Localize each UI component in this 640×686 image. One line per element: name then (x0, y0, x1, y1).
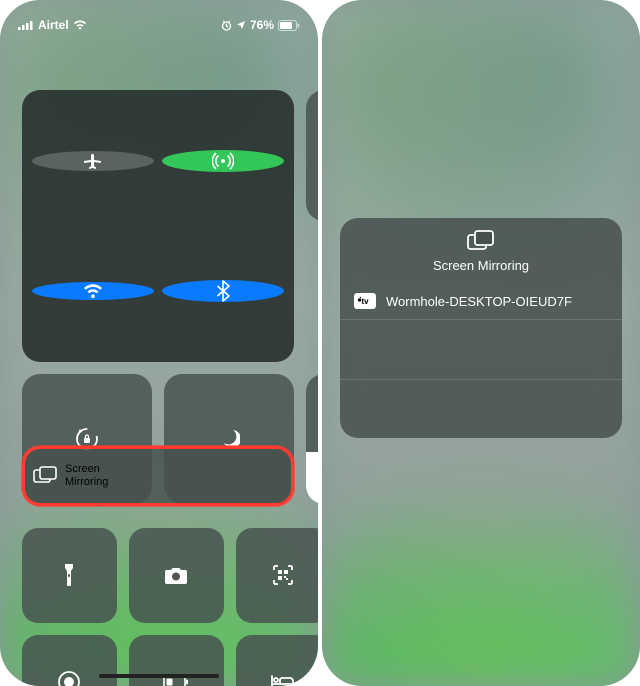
bluetooth-icon (216, 280, 230, 302)
wifi-toggle[interactable] (32, 282, 154, 300)
media-tile[interactable]: Not Playing (306, 90, 318, 221)
screen-mirroring-panel: Screen Mirroring tv Wormhole-DESKTOP-OIE… (340, 218, 622, 438)
alarm-icon (221, 20, 232, 31)
airplane-toggle[interactable] (32, 151, 154, 171)
screen-mirroring-icon (33, 466, 57, 486)
screen-mirroring-icon (467, 230, 495, 252)
flashlight-icon (62, 563, 76, 587)
wifi-icon (73, 20, 87, 30)
home-indicator[interactable] (99, 674, 219, 678)
antenna-icon (212, 150, 234, 172)
cellular-toggle[interactable] (162, 150, 284, 172)
record-icon (57, 670, 81, 686)
screen-mirroring-label-2: Mirroring (65, 476, 108, 489)
brightness-fill (306, 452, 318, 504)
camera-icon (164, 565, 188, 585)
mirror-device-row[interactable]: tv Wormhole-DESKTOP-OIEUD7F (340, 283, 622, 320)
battery-icon (278, 20, 300, 31)
svg-text:tv: tv (361, 297, 369, 306)
camera-button[interactable] (129, 528, 224, 623)
brightness-slider[interactable] (306, 374, 318, 504)
phone-screen-mirroring-panel: Screen Mirroring tv Wormhole-DESKTOP-OIE… (322, 0, 640, 686)
wifi-icon (82, 282, 104, 300)
status-bar: Airtel 76% (0, 0, 318, 40)
screen-mirroring-label-1: Screen (65, 463, 108, 476)
connectivity-cluster[interactable] (22, 90, 294, 362)
appletv-badge-icon: tv (354, 293, 376, 309)
phone-control-center: Airtel 76% (0, 0, 318, 686)
low-power-button[interactable] (129, 635, 224, 686)
battery-pct: 76% (250, 18, 274, 32)
sleep-mode-button[interactable] (236, 635, 319, 686)
flashlight-button[interactable] (22, 528, 117, 623)
bluetooth-toggle[interactable] (162, 280, 284, 302)
cellular-signal-icon (18, 20, 34, 30)
location-icon (236, 20, 246, 30)
control-center-grid: Not Playing (0, 40, 318, 518)
mirror-device-name: Wormhole-DESKTOP-OIEUD7F (386, 294, 572, 309)
panel-title: Screen Mirroring (433, 258, 529, 273)
bed-icon (270, 674, 296, 686)
qr-scan-button[interactable] (236, 528, 319, 623)
empty-row (340, 320, 622, 380)
screen-record-button[interactable] (22, 635, 117, 686)
qr-icon (272, 564, 294, 586)
empty-row (340, 380, 622, 439)
airplane-icon (83, 151, 103, 171)
carrier-label: Airtel (38, 18, 69, 32)
screen-mirroring-tile[interactable]: Screen Mirroring (22, 446, 294, 506)
